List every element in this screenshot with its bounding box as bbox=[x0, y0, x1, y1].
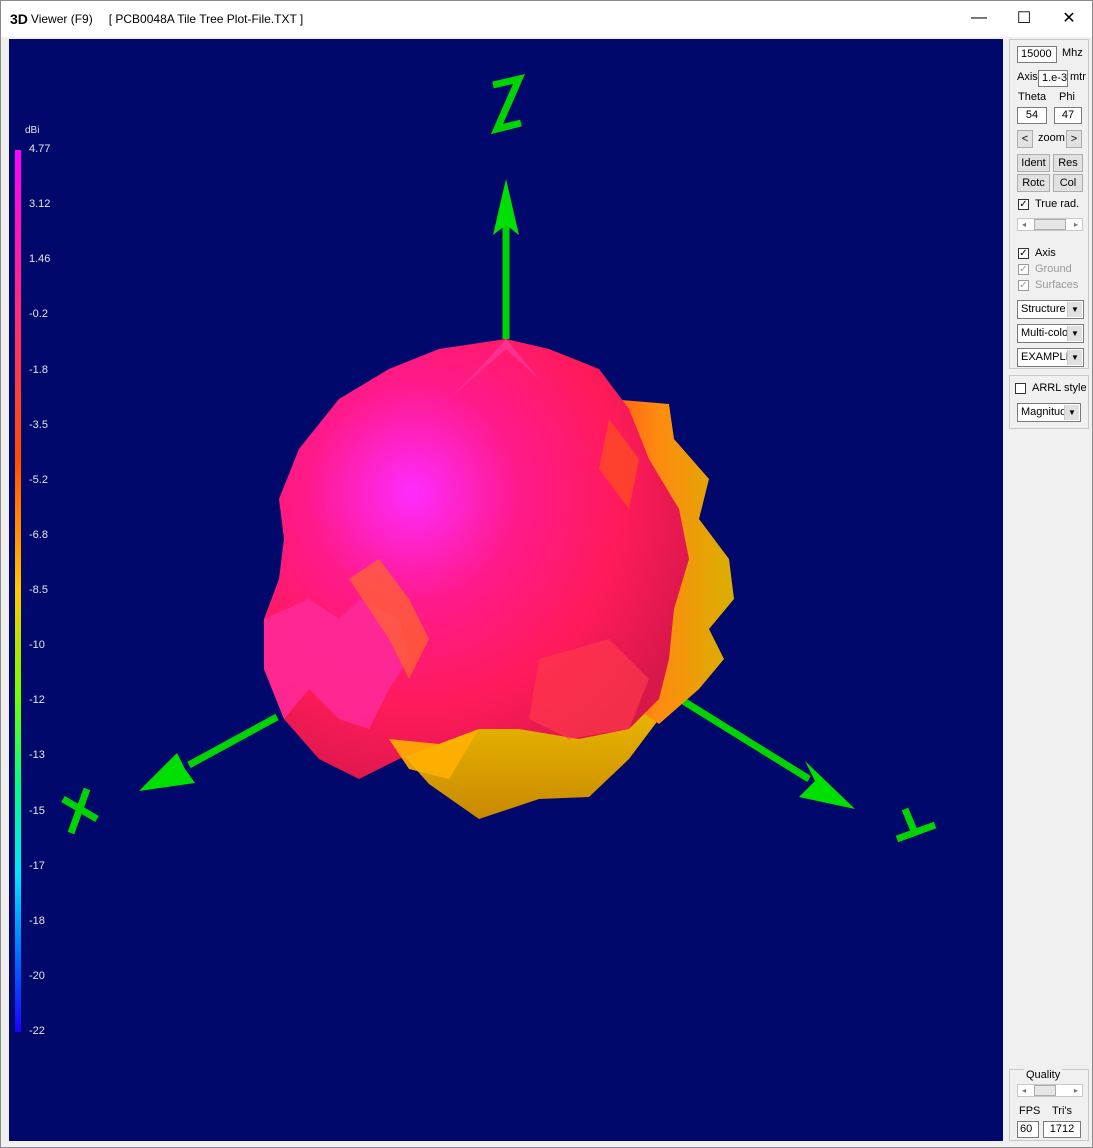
legend-tick-label: -22 bbox=[29, 1025, 45, 1037]
radiation-pattern-scene bbox=[61, 74, 937, 843]
checkbox-check-icon: ✓ bbox=[1018, 279, 1029, 291]
quality-group: Quality ◂ ▸ FPS Tri's 60 1712 bbox=[1009, 1069, 1089, 1141]
zoom-label: zoom bbox=[1038, 132, 1065, 144]
3d-viewport[interactable]: dBi 4.77 3.12 1.46 -0.2 -1.8 -3.5 -5.2 -6.8 -8.5… bbox=[9, 39, 1003, 1141]
close-button[interactable]: ✕ bbox=[1046, 1, 1092, 35]
slider-thumb[interactable] bbox=[1034, 1085, 1056, 1096]
color-scale-bar bbox=[15, 150, 21, 1032]
phi-input[interactable]: 47 bbox=[1054, 107, 1082, 124]
checkbox-check-icon: ✓ bbox=[1018, 263, 1029, 275]
structure-select[interactable]: Structure ▼ bbox=[1017, 300, 1084, 319]
axis-length-input[interactable]: 1.e-3 bbox=[1038, 70, 1068, 87]
slider-right-arrow-icon[interactable]: ▸ bbox=[1070, 1085, 1082, 1096]
quality-slider[interactable]: ◂ ▸ bbox=[1017, 1084, 1083, 1097]
theta-input[interactable]: 54 bbox=[1017, 107, 1047, 124]
legend-unit: dBi bbox=[25, 125, 40, 136]
legend-tick-label: -18 bbox=[29, 914, 45, 927]
app-icon-3d: 3D bbox=[10, 11, 28, 27]
x-axis-label bbox=[61, 787, 99, 835]
legend-tick-label: 4.77 bbox=[29, 143, 51, 155]
color-mode-select-value: Multi-colo bbox=[1021, 327, 1069, 339]
x-axis-arrow bbox=[139, 713, 279, 791]
structure-select-value: Structure bbox=[1021, 303, 1066, 315]
legend-tick-label: -0.2 bbox=[29, 308, 48, 321]
chevron-down-icon[interactable]: ▼ bbox=[1064, 405, 1079, 420]
minimize-button[interactable]: — bbox=[956, 1, 1002, 35]
title-bar[interactable]: 3D Viewer (F9) [ PCB0048A Tile Tree Plot… bbox=[1, 1, 1092, 37]
legend-tick-label: -10 bbox=[29, 639, 45, 652]
true-rad-label: True rad. bbox=[1035, 198, 1080, 210]
slider-left-arrow-icon[interactable]: ◂ bbox=[1018, 1085, 1030, 1096]
quality-label: Quality bbox=[1024, 1069, 1063, 1081]
frequency-unit: Mhz bbox=[1062, 47, 1083, 59]
arrl-group: ARRL style Magnitud ▼ bbox=[1009, 375, 1089, 429]
y-axis-label bbox=[895, 807, 937, 843]
window-title: Viewer (F9) bbox=[30, 12, 93, 26]
surfaces-checkbox[interactable]: ✓ Surfaces bbox=[1018, 279, 1078, 291]
ground-checkbox[interactable]: ✓ Ground bbox=[1018, 263, 1072, 275]
checkbox-check-icon: ✓ bbox=[1018, 198, 1029, 210]
legend-tick-label: -5.2 bbox=[29, 473, 48, 486]
z-axis-arrow bbox=[493, 179, 519, 339]
view-controls-group: 15000 Mhz Axis 1.e-3 mtr Theta Phi 54 47… bbox=[1009, 39, 1089, 369]
legend-tick-label: -17 bbox=[29, 859, 45, 872]
legend-tick-label: -6.8 bbox=[29, 528, 48, 541]
y-axis-arrow bbox=[662, 686, 855, 809]
zoom-in-button[interactable]: > bbox=[1066, 130, 1082, 148]
tris-value: 1712 bbox=[1043, 1121, 1081, 1138]
axis-checkbox-label: Axis bbox=[1035, 247, 1056, 259]
minimize-icon: — bbox=[971, 9, 987, 26]
theta-label: Theta bbox=[1018, 91, 1047, 103]
checkbox-check-icon: ✓ bbox=[1018, 247, 1029, 259]
arrl-style-checkbox[interactable]: ARRL style bbox=[1015, 382, 1087, 394]
fps-label: FPS bbox=[1019, 1105, 1041, 1117]
true-rad-slider[interactable]: ◂ ▸ bbox=[1017, 218, 1083, 231]
fps-value: 60 bbox=[1017, 1121, 1039, 1138]
z-axis-label bbox=[490, 74, 526, 135]
viewer-window: 3D Viewer (F9) [ PCB0048A Tile Tree Plot… bbox=[0, 0, 1093, 1148]
example-select[interactable]: EXAMPLI ▼ bbox=[1017, 348, 1084, 367]
close-icon: ✕ bbox=[1062, 10, 1076, 27]
legend-tick-label: -20 bbox=[29, 969, 45, 982]
legend-tick-label: -3.5 bbox=[29, 418, 48, 431]
magnitude-select-value: Magnitud bbox=[1021, 406, 1067, 418]
axis-length-label: Axis bbox=[1017, 71, 1038, 83]
phi-label: Phi bbox=[1059, 91, 1075, 103]
chevron-down-icon[interactable]: ▼ bbox=[1067, 302, 1082, 317]
legend-tick-label: 1.46 bbox=[29, 253, 51, 266]
legend-tick-label: -12 bbox=[29, 694, 45, 707]
legend-tick-label: 3.12 bbox=[29, 198, 51, 211]
chevron-down-icon[interactable]: ▼ bbox=[1067, 326, 1082, 341]
example-select-value: EXAMPLI bbox=[1021, 351, 1069, 363]
col-button[interactable]: Col bbox=[1053, 174, 1083, 192]
legend-tick-label: -1.8 bbox=[29, 363, 48, 376]
legend-tick-label: -15 bbox=[29, 804, 45, 817]
file-title: [ PCB0048A Tile Tree Plot-File.TXT ] bbox=[108, 12, 304, 26]
slider-right-arrow-icon[interactable]: ▸ bbox=[1070, 219, 1082, 230]
ground-label: Ground bbox=[1035, 263, 1072, 275]
arrl-style-label: ARRL style bbox=[1032, 382, 1087, 394]
color-mode-select[interactable]: Multi-colo ▼ bbox=[1017, 324, 1084, 343]
true-rad-checkbox[interactable]: ✓ True rad. bbox=[1018, 198, 1079, 210]
surfaces-label: Surfaces bbox=[1035, 279, 1079, 291]
checkbox-empty-icon bbox=[1015, 382, 1026, 394]
control-panel: 15000 Mhz Axis 1.e-3 mtr Theta Phi 54 47… bbox=[1009, 39, 1089, 1141]
res-button[interactable]: Res bbox=[1053, 154, 1083, 172]
maximize-icon: ☐ bbox=[1016, 10, 1032, 27]
zoom-out-button[interactable]: < bbox=[1017, 130, 1033, 148]
axis-length-unit: mtr bbox=[1070, 71, 1086, 83]
slider-thumb[interactable] bbox=[1034, 219, 1066, 230]
legend-tick-label: -13 bbox=[29, 749, 45, 762]
frequency-input[interactable]: 15000 bbox=[1017, 46, 1057, 63]
legend-tick-label: -8.5 bbox=[29, 584, 48, 596]
magnitude-select[interactable]: Magnitud ▼ bbox=[1017, 403, 1081, 422]
rotc-button[interactable]: Rotc bbox=[1017, 174, 1050, 192]
chevron-down-icon[interactable]: ▼ bbox=[1067, 350, 1082, 365]
slider-left-arrow-icon[interactable]: ◂ bbox=[1018, 219, 1030, 230]
axis-checkbox[interactable]: ✓ Axis bbox=[1018, 247, 1056, 259]
ident-button[interactable]: Ident bbox=[1017, 154, 1050, 172]
tris-label: Tri's bbox=[1052, 1105, 1073, 1117]
maximize-button[interactable]: ☐ bbox=[1001, 1, 1047, 35]
radiation-pattern-body bbox=[264, 339, 734, 819]
